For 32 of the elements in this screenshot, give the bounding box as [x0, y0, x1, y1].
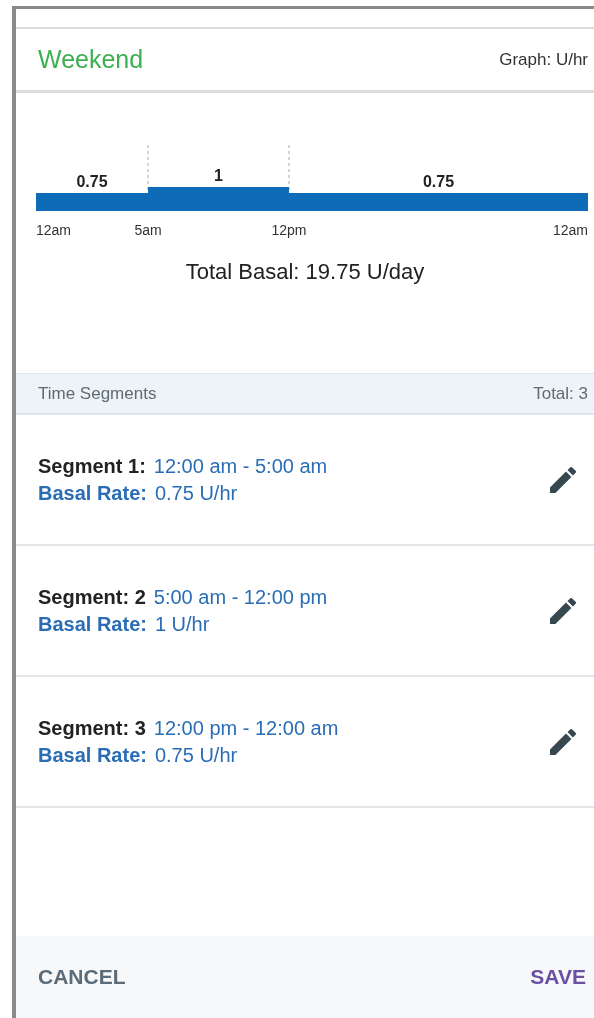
segment-label: Segment 1:	[38, 454, 146, 478]
segment-count: Total: 3	[533, 383, 588, 404]
basal-rate-label: Basal Rate:	[38, 612, 147, 636]
cancel-button[interactable]: CANCEL	[38, 961, 126, 993]
bar-value-label: 0.75	[422, 173, 455, 190]
graph-unit-label: Graph: U/hr	[499, 49, 588, 70]
edit-button[interactable]	[550, 597, 576, 624]
save-button[interactable]: SAVE	[530, 961, 586, 993]
pencil-icon	[550, 466, 576, 493]
total-basal-text: Total Basal: 19.75 U/day	[184, 259, 426, 285]
time-tick-label: 12am	[552, 222, 588, 238]
segment-time-range: 12:00 am - 5:00 am	[153, 454, 328, 478]
time-tick-label: 5am	[134, 222, 162, 238]
basal-rate-value: 0.75 U/hr	[154, 743, 238, 767]
bar-value-label: 0.75	[76, 173, 108, 190]
basal-rate-label: Basal Rate:	[38, 481, 147, 505]
segment-time-range: 12:00 pm - 12:00 am	[153, 716, 339, 740]
basal-rate-label: Basal Rate:	[38, 743, 147, 767]
edit-button[interactable]	[550, 466, 576, 493]
pencil-icon	[550, 597, 576, 624]
basal-rate-value: 0.75 U/hr	[154, 481, 238, 505]
time-tick-label: 12am	[36, 222, 72, 238]
edit-button[interactable]	[550, 728, 576, 755]
segment-time-range: 5:00 am - 12:00 pm	[153, 585, 328, 609]
basal-rate-value: 1 U/hr	[154, 612, 210, 636]
segment-label: Segment: 2	[38, 585, 146, 609]
bar-value-label: 1	[214, 167, 223, 184]
schedule-title: Weekend	[38, 45, 144, 74]
pencil-icon	[550, 728, 576, 755]
segment-label: Segment: 3	[38, 716, 146, 740]
section-title: Time Segments	[38, 383, 157, 404]
time-tick-label: 12pm	[271, 222, 307, 238]
